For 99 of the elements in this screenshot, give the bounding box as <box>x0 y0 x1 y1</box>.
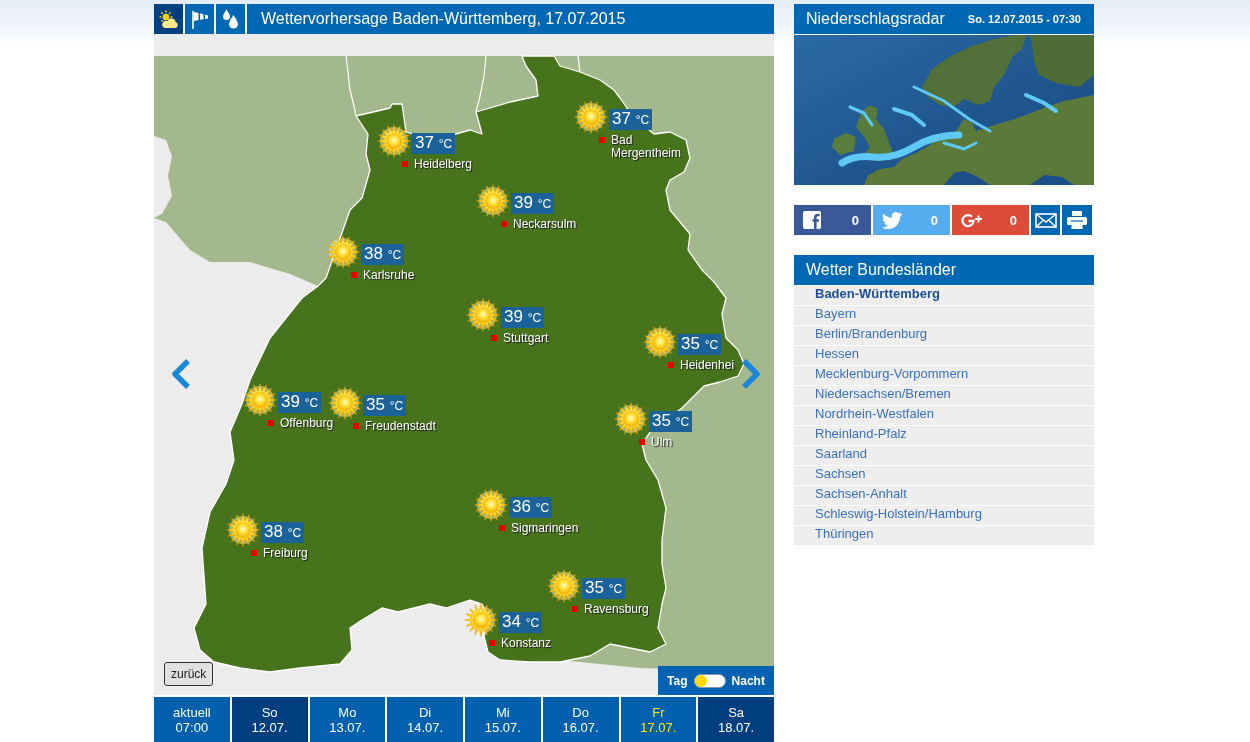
share-button[interactable]: 0 <box>952 205 1029 235</box>
temperature-label: 36 °C <box>509 497 553 518</box>
city-name: Ravensburg <box>584 603 649 616</box>
city-name: Heidenhei <box>680 359 735 372</box>
sun-icon <box>243 383 277 417</box>
f-logo-icon <box>803 211 821 229</box>
windsock-icon <box>190 9 209 29</box>
state-link[interactable]: Mecklenburg-Vorpommern <box>794 366 1094 386</box>
temperature-label: 39 °C <box>278 392 322 413</box>
city-marker-icon <box>491 335 497 341</box>
weather-tab[interactable] <box>154 4 183 34</box>
sun-icon <box>474 488 508 522</box>
envelope-icon <box>1034 212 1057 228</box>
state-link[interactable]: Rheinland-Pfalz <box>794 426 1094 446</box>
day-tab[interactable]: Sa 18.07. <box>698 697 774 742</box>
temperature-label: 37 °C <box>609 109 653 130</box>
temperature-label: 35 °C <box>678 334 722 355</box>
sun-icon <box>326 235 360 269</box>
city-marker-icon <box>501 221 507 227</box>
print-button[interactable] <box>1062 205 1092 235</box>
city-name: Konstanz <box>501 637 552 650</box>
sun-icon <box>466 298 500 332</box>
night-label: Nacht <box>731 673 765 688</box>
city-marker-icon <box>402 161 408 167</box>
sun-icon <box>476 184 510 218</box>
state-link[interactable]: Baden-Württemberg <box>794 286 1094 306</box>
panel-title: Niederschlagsradar <box>806 10 945 28</box>
radar-timestamp: So. 12.07.2015 - 07:30 <box>967 13 1081 25</box>
sun-icon <box>614 402 648 436</box>
day-tab[interactable]: Mo 13.07. <box>309 697 386 742</box>
state-link[interactable]: Berlin/Brandenburg <box>794 326 1094 346</box>
temperature-label: 37 °C <box>412 133 456 154</box>
wind-tab[interactable] <box>185 4 214 34</box>
city-name: Heidelberg <box>414 158 473 171</box>
day-tab[interactable]: Mi 15.07. <box>465 697 541 742</box>
sun-icon <box>643 325 677 359</box>
city-marker-icon <box>251 550 257 556</box>
day-tab[interactable]: Fr 17.07. <box>620 697 697 742</box>
state-link[interactable]: Schleswig-Holstein/Hamburg <box>794 506 1094 526</box>
temperature-label: 39 °C <box>501 307 545 328</box>
temperature-label: 35 °C <box>363 395 407 416</box>
day-tab[interactable]: Di 14.07. <box>387 697 463 742</box>
city-name: Karlsruhe <box>363 269 415 282</box>
day-night-toggle[interactable] <box>693 673 726 688</box>
city-name: Stuttgart <box>503 332 549 345</box>
page-title: Wettervorhersage Baden-Württemberg, 17.07.2015 <box>261 10 626 28</box>
temperature-label: 35 °C <box>649 411 693 432</box>
sun-icon <box>226 513 260 547</box>
city-name: Bad Mergentheim <box>611 134 682 160</box>
city-name: Freiburg <box>263 547 308 560</box>
city-name: Offenburg <box>280 417 334 430</box>
temperature-label: 38 °C <box>261 522 305 543</box>
city-marker-icon <box>572 606 578 612</box>
panel-title: Wetter Bundesländer <box>806 261 956 279</box>
city-marker-icon <box>268 420 274 426</box>
temperature-label: 38 °C <box>361 244 405 265</box>
sun-icon <box>574 100 608 134</box>
back-button[interactable]: zurück <box>164 662 214 686</box>
state-link[interactable]: Sachsen <box>794 466 1094 486</box>
city-marker-icon <box>351 272 357 278</box>
city-name: Neckarsulm <box>513 218 577 231</box>
state-link[interactable]: Thüringen <box>794 526 1094 546</box>
city-name: Freudenstadt <box>365 420 436 433</box>
sun-icon <box>464 603 498 637</box>
raindrops-icon <box>222 9 239 29</box>
printer-icon <box>1067 211 1087 229</box>
city-marker-icon <box>353 423 359 429</box>
city-marker-icon <box>489 640 495 646</box>
rain-tab[interactable] <box>216 4 245 34</box>
state-link[interactable]: Bayern <box>794 306 1094 326</box>
city-marker-icon <box>599 137 605 143</box>
sun-icon <box>328 386 362 420</box>
day-tab[interactable]: So 12.07. <box>231 697 308 742</box>
state-link[interactable]: Nordrhein-Westfalen <box>794 406 1094 426</box>
share-button[interactable]: 0 <box>873 205 950 235</box>
g-plus-icon <box>961 212 983 228</box>
city-marker-icon <box>499 525 505 531</box>
day-label: Tag <box>667 673 688 688</box>
state-link[interactable]: Sachsen-Anhalt <box>794 486 1094 506</box>
city-name: Ulm <box>651 436 673 449</box>
city-marker-icon <box>639 439 645 445</box>
temperature-label: 35 °C <box>582 578 626 599</box>
bird-icon <box>882 211 902 229</box>
temperature-label: 39 °C <box>511 193 555 214</box>
share-button[interactable]: 0 <box>794 205 871 235</box>
state-link[interactable]: Niedersachsen/Bremen <box>794 386 1094 406</box>
day-tab[interactable]: aktuell 07:00 <box>154 697 230 742</box>
sun-icon <box>377 124 411 158</box>
email-button[interactable] <box>1031 205 1060 235</box>
state-link[interactable]: Hessen <box>794 346 1094 366</box>
chevron-left-icon[interactable] <box>170 358 192 390</box>
city-name: Sigmaringen <box>511 522 579 535</box>
city-marker-icon <box>668 362 674 368</box>
sun-icon <box>547 569 581 603</box>
day-tab[interactable]: Do 16.07. <box>542 697 619 742</box>
sun-cloud-icon <box>158 9 179 29</box>
temperature-label: 34 °C <box>499 612 543 633</box>
state-link[interactable]: Saarland <box>794 446 1094 466</box>
chevron-right-icon[interactable] <box>740 358 762 390</box>
